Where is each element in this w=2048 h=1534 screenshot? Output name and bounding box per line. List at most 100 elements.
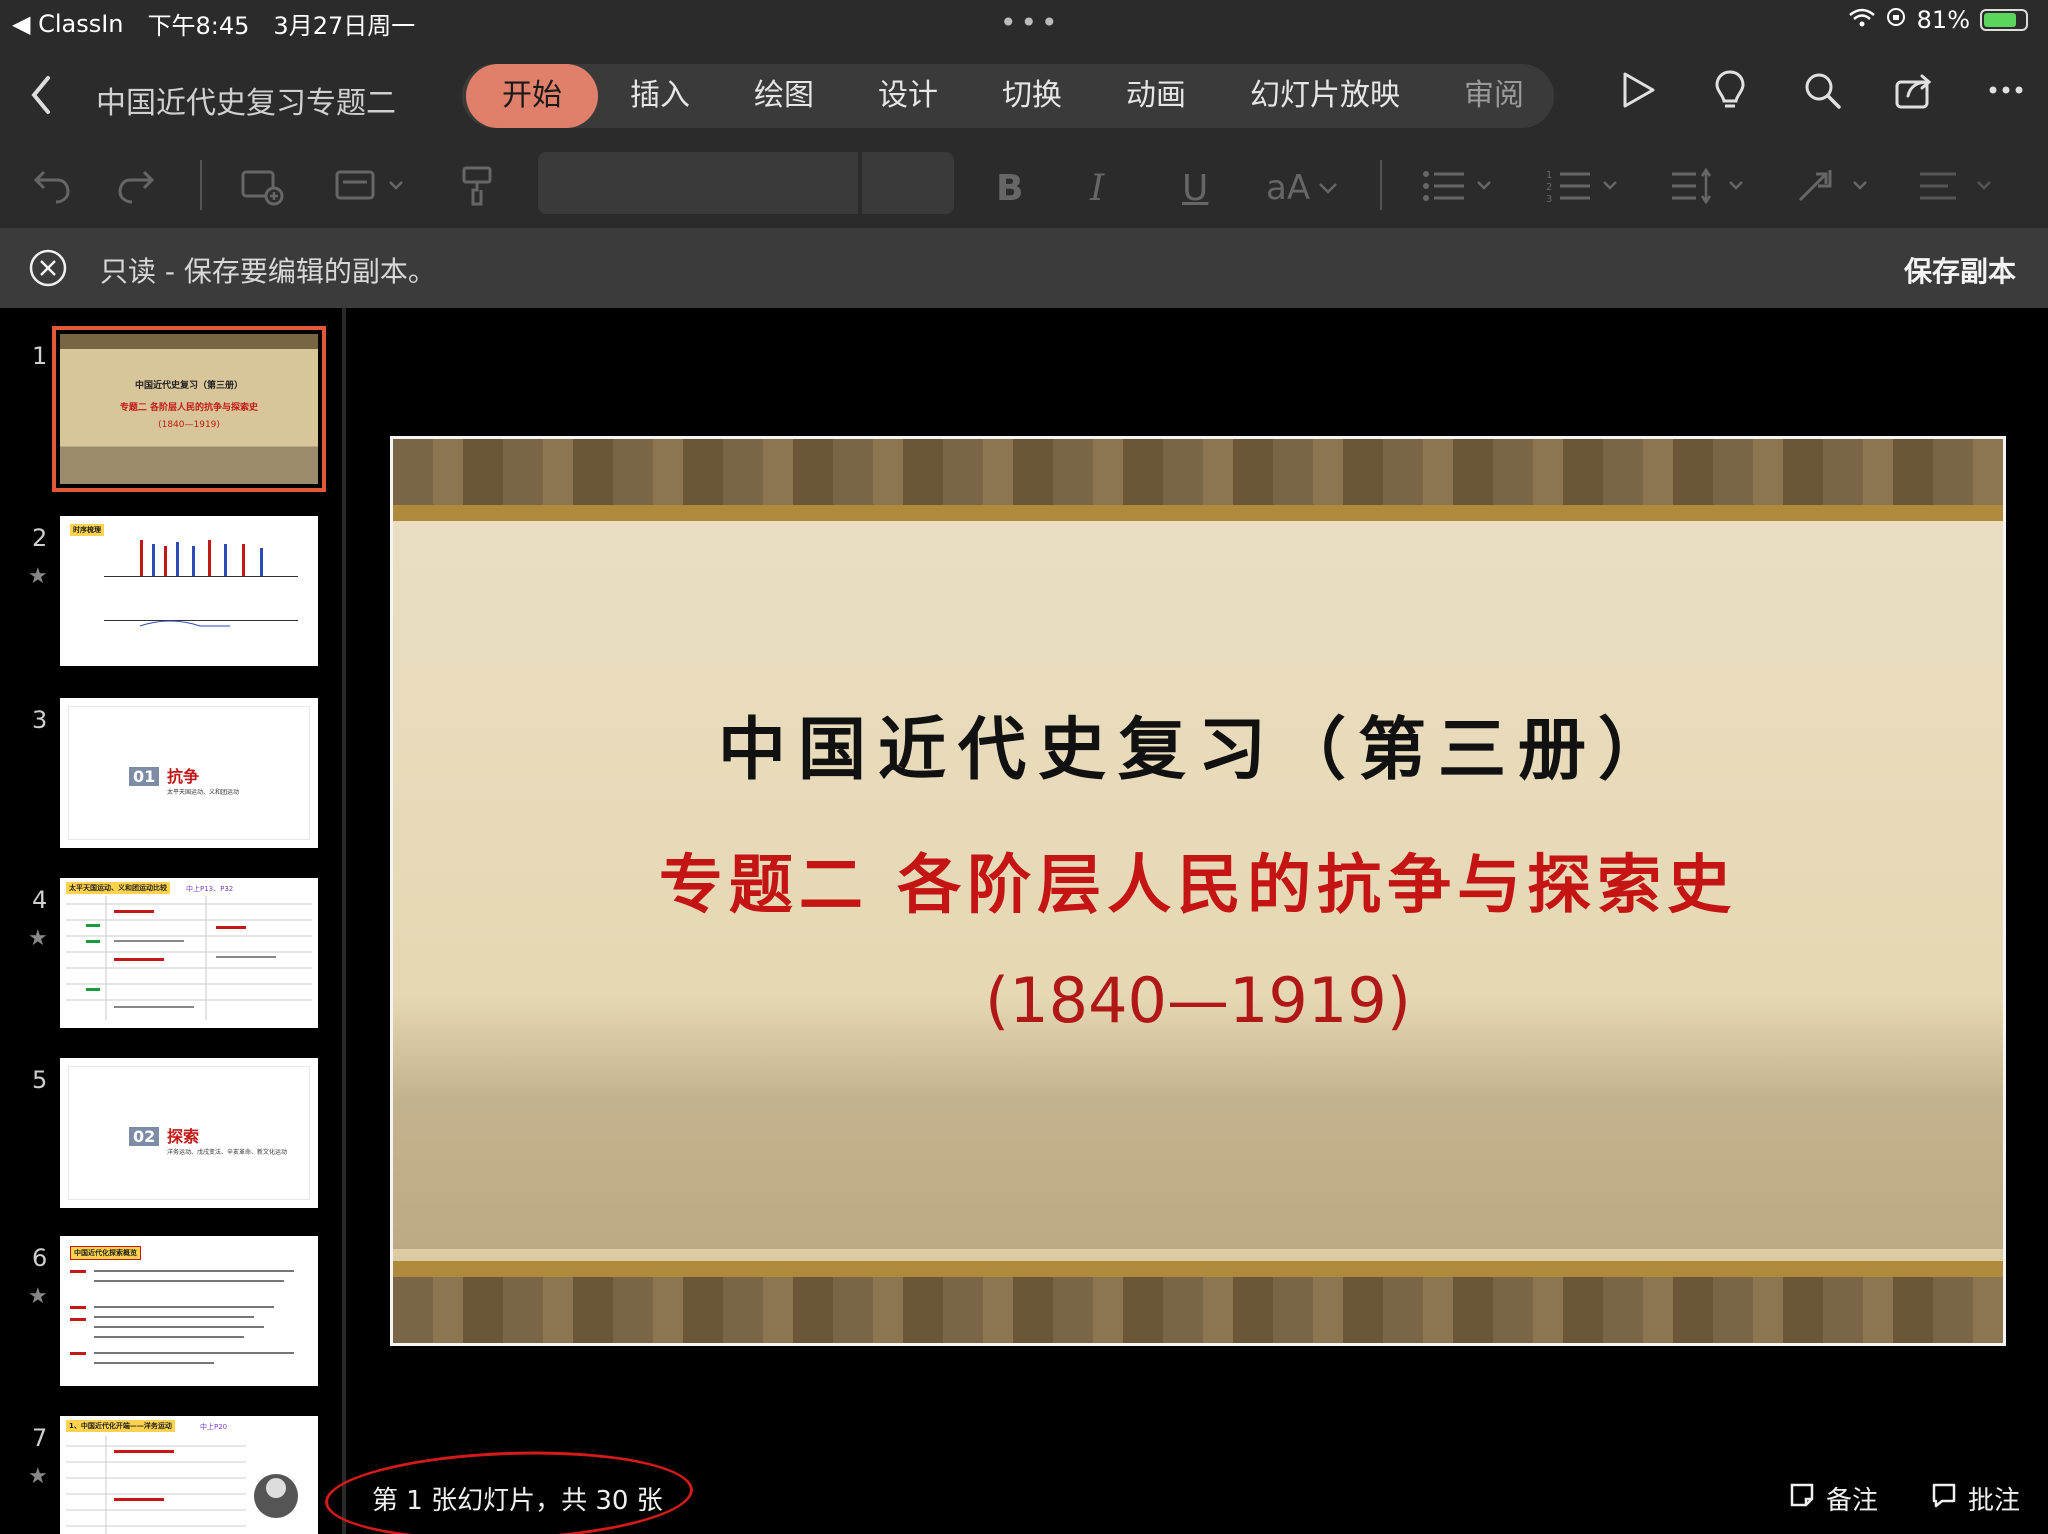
align-icon[interactable] [1920, 164, 2000, 208]
thumbnail-number: 3 [32, 706, 48, 734]
star-icon: ★ [28, 926, 48, 951]
section-slide: 01 抗争 太平天国运动、义和团运动 [68, 706, 310, 840]
decorative-border-top [393, 439, 2003, 505]
slide-thumbnail[interactable]: 1、中国近代化开端——洋务运动 中上P20 [60, 1416, 318, 1534]
panel-divider[interactable] [342, 308, 346, 1534]
tab-transitions[interactable]: 切换 [970, 64, 1094, 128]
readonly-banner: 只读 - 保存要编辑的副本。 保存副本 [0, 228, 2048, 308]
section-title: 抗争 [167, 767, 200, 786]
text-size-icon[interactable]: aA [1266, 166, 1340, 210]
italic-icon[interactable]: I [1090, 166, 1104, 210]
status-date: 3月27日周一 [273, 12, 416, 40]
tab-home[interactable]: 开始 [466, 64, 598, 128]
bullets-icon[interactable] [1420, 164, 1500, 208]
slide-thumbnail[interactable]: 02 探索 洋务运动、戊戌变法、辛亥革命、新文化运动 [60, 1058, 318, 1208]
new-slide-icon[interactable] [240, 164, 286, 208]
overview-text-graphic [70, 1270, 294, 1364]
more-icon[interactable] [1984, 68, 2028, 112]
section-subtitle: 洋务运动、戊戌变法、辛亥革命、新文化运动 [167, 1149, 288, 1156]
svg-text:1: 1 [1546, 170, 1552, 181]
thumbnail-row[interactable]: 5 02 探索 洋务运动、戊戌变法、辛亥革命、新文化运动 [0, 1058, 340, 1218]
thumbnail-row[interactable]: 2 ★ 时序梳理 [0, 516, 340, 676]
redo-icon[interactable] [116, 164, 160, 208]
numbering-icon[interactable]: 123 [1546, 164, 1626, 208]
comparison-table-graphic [66, 896, 312, 1020]
wifi-icon [1848, 6, 1875, 34]
font-size-select[interactable] [862, 152, 954, 214]
star-icon: ★ [28, 1464, 48, 1489]
thumb-title: 中国近代史复习（第三册） [134, 381, 243, 391]
slide-title: 中国近代史复习（第三册） [717, 710, 1678, 790]
orientation-lock-icon [1885, 6, 1907, 34]
section-number: 02 [129, 1127, 160, 1146]
undo-icon[interactable] [28, 164, 72, 208]
thumbnail-number: 5 [32, 1066, 48, 1094]
section-subtitle: 太平天国运动、义和团运动 [167, 789, 240, 796]
thumbnail-row[interactable]: 1 中国近代史复习（第三册） 专题二 各阶层人民的抗争与探索史 (1840—19… [0, 326, 340, 494]
timeline-graphic [139, 540, 263, 627]
slide-thumbnail[interactable]: 时序梳理 [60, 516, 318, 666]
thumbnail-number: 4 [32, 886, 48, 914]
battery-percent: 81% [1916, 6, 1970, 34]
multitasking-dots-icon[interactable]: ••• [1000, 6, 1062, 39]
toolbar-divider [1380, 160, 1382, 210]
app-header: 中国近代史复习专题二 开始 插入 绘图 设计 切换 动画 幻灯片放映 审阅 [0, 40, 2048, 150]
thumbnail-row[interactable]: 4 ★ 太平天国运动、义和团运动比较 中上P13、P32 [0, 878, 340, 1038]
document-title: 中国近代史复习专题二 [96, 86, 396, 121]
notes-icon [1788, 1481, 1816, 1516]
bold-icon[interactable]: B [996, 166, 1023, 210]
thumb-label: 1、中国近代化开端——洋务运动 [66, 1420, 175, 1432]
thumbnail-number: 2 [32, 524, 48, 552]
notes-button[interactable]: 备注 [1788, 1480, 1878, 1517]
back-icon[interactable] [22, 70, 62, 120]
thumb-label: 时序梳理 [70, 524, 104, 536]
search-icon[interactable] [1800, 68, 1844, 112]
lightbulb-icon[interactable] [1708, 68, 1752, 112]
text-direction-icon[interactable] [1796, 164, 1876, 208]
section-slide: 02 探索 洋务运动、戊戌变法、辛亥革命、新文化运动 [68, 1066, 310, 1200]
thumb-ref: 中上P20 [200, 1423, 228, 1431]
slide-thumbnail-panel[interactable]: 1 中国近代史复习（第三册） 专题二 各阶层人民的抗争与探索史 (1840—19… [0, 308, 340, 1534]
layout-icon[interactable] [334, 164, 406, 208]
tab-animations[interactable]: 动画 [1094, 64, 1218, 128]
star-icon: ★ [28, 564, 48, 589]
svg-text:3: 3 [1546, 194, 1552, 205]
decorative-border-bottom [393, 1277, 2003, 1343]
save-copy-button[interactable]: 保存副本 [1904, 250, 2016, 290]
svg-text:2: 2 [1546, 182, 1552, 193]
thumb-label: 中国近代化探索概览 [70, 1246, 141, 1260]
line-spacing-icon[interactable] [1672, 164, 1752, 208]
status-time: 下午8:45 [147, 12, 250, 40]
tab-review[interactable]: 审阅 [1432, 64, 1554, 128]
slide-thumbnail[interactable]: 01 抗争 太平天国运动、义和团运动 [60, 698, 318, 848]
tab-slideshow[interactable]: 幻灯片放映 [1218, 64, 1432, 128]
thumb-label: 太平天国运动、义和团运动比较 [66, 882, 170, 894]
thumbnail-row[interactable]: 3 01 抗争 太平天国运动、义和团运动 [0, 698, 340, 858]
slide-thumbnail[interactable]: 中国近代化探索概览 [60, 1236, 318, 1386]
close-icon[interactable] [28, 248, 68, 288]
underline-icon[interactable]: U [1182, 166, 1208, 210]
text-size-label: aA [1266, 168, 1311, 208]
toolbar-divider [200, 160, 202, 210]
slide-thumbnail[interactable]: 太平天国运动、义和团运动比较 中上P13、P32 [60, 878, 318, 1028]
tab-insert[interactable]: 插入 [598, 64, 722, 128]
section-number: 01 [129, 767, 160, 786]
slide-canvas[interactable]: 中国近代史复习（第三册） 专题二 各阶层人民的抗争与探索史 (1840—1919… [390, 436, 2006, 1346]
section-title: 探索 [167, 1127, 200, 1146]
back-to-app-link[interactable]: ◀ ClassIn [12, 10, 124, 38]
table-graphic [66, 1436, 298, 1534]
slide-thumbnail[interactable]: 中国近代史复习（第三册） 专题二 各阶层人民的抗争与探索史 (1840—1919… [52, 326, 326, 492]
thumb-subtitle: 专题二 各阶层人民的抗争与探索史 [119, 403, 259, 413]
font-family-select[interactable] [538, 152, 858, 214]
thumbnail-row[interactable]: 7 ★ 1、中国近代化开端——洋务运动 中上P20 [0, 1416, 340, 1534]
notes-label: 备注 [1826, 1486, 1879, 1516]
thumbnail-row[interactable]: 6 ★ 中国近代化探索概览 [0, 1236, 340, 1396]
share-icon[interactable] [1892, 68, 1936, 112]
comments-label: 批注 [1968, 1486, 2021, 1516]
tab-draw[interactable]: 绘图 [722, 64, 846, 128]
play-icon[interactable] [1616, 68, 1660, 112]
battery-icon [1980, 9, 2028, 31]
format-painter-icon[interactable] [460, 164, 496, 208]
tab-design[interactable]: 设计 [846, 64, 970, 128]
comments-button[interactable]: 批注 [1930, 1480, 2020, 1517]
